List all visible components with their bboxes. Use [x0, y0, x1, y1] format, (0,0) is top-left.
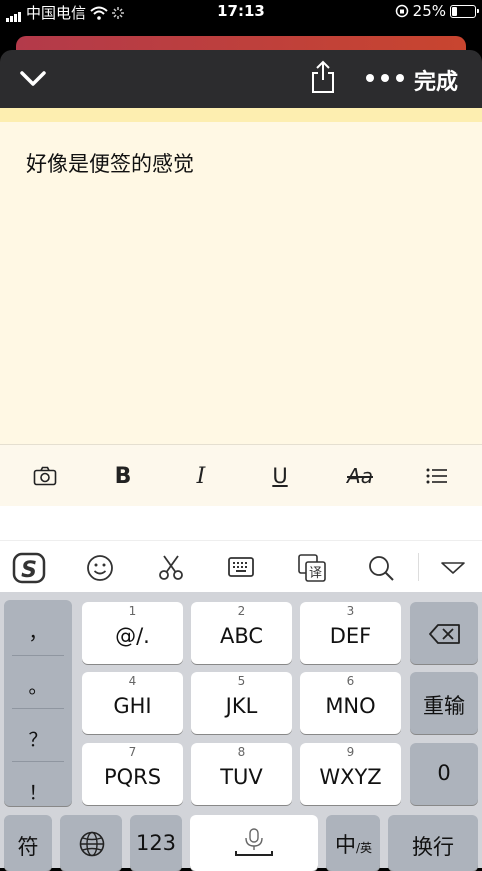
punct-divider	[12, 708, 64, 709]
collapse-icon[interactable]	[436, 551, 470, 585]
underline-button[interactable]: U	[263, 459, 297, 493]
punct-divider	[12, 655, 64, 656]
key-number: 5	[237, 674, 246, 688]
numeric-key[interactable]: 123	[130, 815, 182, 871]
enter-key[interactable]: 换行	[388, 815, 478, 871]
key-label: 中/英	[326, 829, 380, 859]
ime-toolbar: S 译	[0, 540, 482, 593]
key-label: MNO	[325, 694, 376, 718]
battery-percent: 25%	[412, 2, 446, 20]
orientation-lock-icon	[395, 4, 408, 18]
key-label: DEF	[329, 624, 372, 648]
camera-icon[interactable]	[28, 459, 62, 493]
share-icon[interactable]	[310, 60, 336, 94]
key-label: @/.	[115, 624, 150, 648]
key-label: 重输	[423, 694, 465, 718]
lang-main-label: 中	[335, 833, 356, 857]
chevron-down-icon[interactable]	[18, 64, 48, 94]
key-number: 4	[128, 674, 137, 688]
language-switch-key[interactable]: 中/英	[326, 815, 380, 871]
key-number: 6	[346, 674, 355, 688]
key-number: 3	[346, 604, 355, 618]
key-number: 7	[128, 745, 137, 759]
italic-button[interactable]: I	[184, 459, 218, 493]
microphone-icon	[235, 828, 273, 856]
keyboard-icon[interactable]	[224, 551, 258, 585]
key-number: 8	[237, 745, 246, 759]
battery-icon	[450, 4, 479, 18]
status-bar: 中国电信 17:13 25%	[0, 0, 482, 24]
key-label: 0	[437, 761, 451, 785]
backspace-icon	[429, 624, 460, 644]
exclamation-key[interactable]: ！	[4, 778, 72, 805]
toolbar-divider	[418, 553, 419, 581]
question-key[interactable]: ？	[4, 725, 72, 752]
lang-sub-label: /英	[356, 841, 373, 855]
key-label: WXYZ	[319, 765, 382, 789]
sogou-logo-icon[interactable]: S	[12, 551, 46, 585]
format-toolbar: B I U Aa	[0, 444, 482, 507]
key-label: GHI	[113, 694, 152, 718]
search-icon[interactable]	[364, 551, 398, 585]
space-key[interactable]	[190, 815, 318, 871]
key-7[interactable]: 7 PQRS	[82, 743, 183, 805]
note-header-strip	[0, 108, 482, 122]
strikethrough-button[interactable]: Aa	[338, 459, 382, 493]
key-8[interactable]: 8 TUV	[191, 743, 292, 805]
key-label: JKL	[225, 694, 258, 718]
globe-icon	[79, 831, 105, 857]
keyboard: ， 。 ？ ！ 1 @/. 2 ABC 3 DEF 4 GHI 5 JKL 6 …	[0, 592, 482, 871]
reinput-key[interactable]: 重输	[410, 672, 478, 734]
punct-divider	[12, 761, 64, 762]
key-number: 2	[237, 604, 246, 618]
more-icon[interactable]	[366, 68, 404, 88]
delete-key[interactable]	[410, 602, 478, 664]
note-toolbar: 完成	[0, 50, 482, 108]
zero-key[interactable]: 0	[410, 743, 478, 805]
key-1[interactable]: 1 @/.	[82, 602, 183, 664]
emoji-icon[interactable]	[83, 551, 117, 585]
key-6[interactable]: 6 MNO	[300, 672, 401, 734]
key-label: PQRS	[103, 765, 162, 789]
symbol-key[interactable]: 符	[4, 815, 52, 871]
period-key[interactable]: 。	[4, 672, 72, 699]
key-label: 123	[135, 831, 177, 855]
translate-icon[interactable]: 译	[295, 551, 329, 585]
key-number: 1	[128, 604, 137, 618]
key-number: 9	[346, 745, 355, 759]
svg-text:S: S	[21, 558, 37, 583]
globe-key[interactable]	[60, 815, 122, 871]
bold-button[interactable]: B	[106, 459, 140, 493]
key-4[interactable]: 4 GHI	[82, 672, 183, 734]
scissors-icon[interactable]	[154, 551, 188, 585]
comma-key[interactable]: ，	[4, 618, 72, 645]
key-label: 换行	[412, 835, 454, 859]
svg-text:译: 译	[309, 566, 322, 581]
note-text[interactable]: 好像是便签的感觉	[26, 148, 194, 178]
key-5[interactable]: 5 JKL	[191, 672, 292, 734]
key-3[interactable]: 3 DEF	[300, 602, 401, 664]
key-2[interactable]: 2 ABC	[191, 602, 292, 664]
list-icon[interactable]	[420, 459, 454, 493]
key-label: 符	[17, 835, 39, 859]
input-strip	[0, 506, 482, 540]
note-body[interactable]: 好像是便签的感觉	[0, 108, 482, 444]
punctuation-column: ， 。 ？ ！	[4, 600, 72, 806]
key-label: ABC	[219, 624, 264, 648]
done-button[interactable]: 完成	[414, 64, 458, 96]
key-9[interactable]: 9 WXYZ	[300, 743, 401, 805]
key-label: TUV	[220, 765, 263, 789]
